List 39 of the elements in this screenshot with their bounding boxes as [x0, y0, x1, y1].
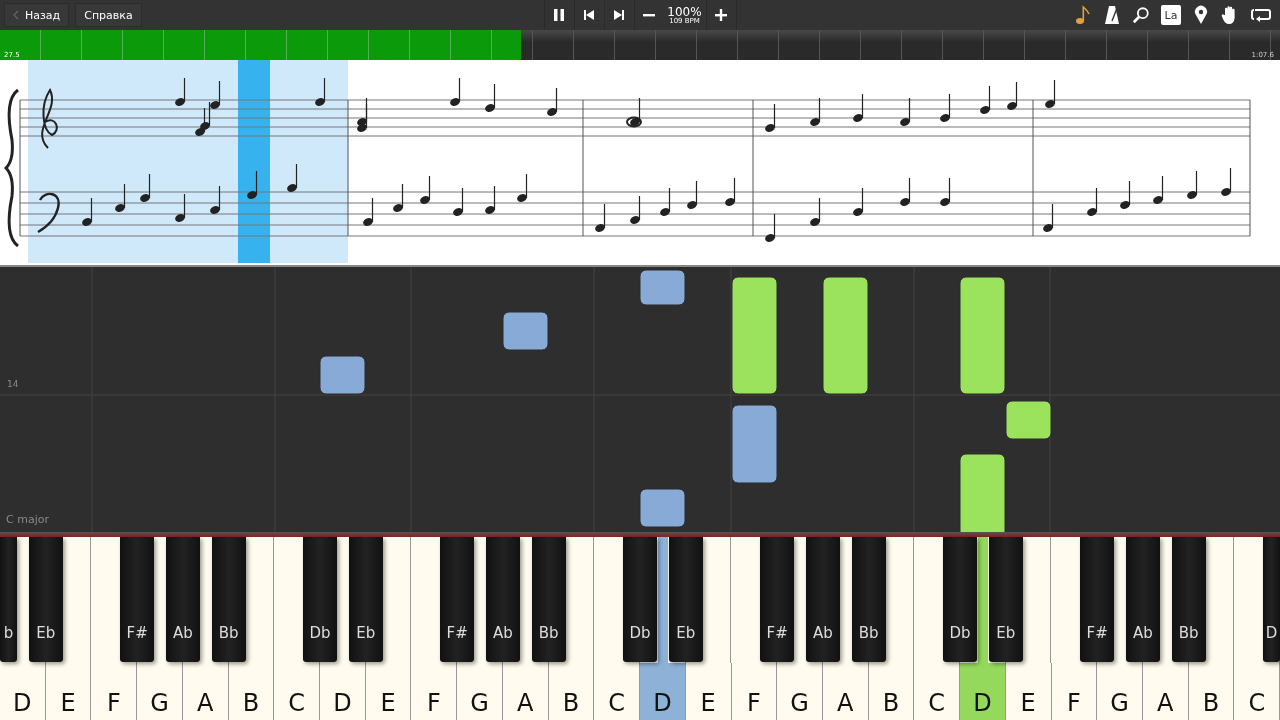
sharp-key[interactable]: Ab — [165, 537, 200, 662]
music-note-icon[interactable] — [1074, 5, 1092, 25]
back-button[interactable]: Назад — [4, 3, 70, 27]
sharp-key[interactable]: F# — [760, 537, 795, 662]
sharp-key[interactable]: Bb — [531, 537, 566, 662]
sharp-key[interactable]: Eb — [28, 537, 63, 662]
sharp-key[interactable]: Bb — [211, 537, 246, 662]
sharp-key[interactable]: F# — [120, 537, 155, 662]
sharp-key[interactable]: Db — [623, 537, 657, 662]
sharp-key[interactable]: Ab — [805, 537, 840, 662]
label-button[interactable]: La — [1161, 5, 1181, 25]
key-signature: C major — [6, 513, 49, 526]
natural-key[interactable]: D — [640, 663, 686, 720]
search-icon[interactable] — [1132, 5, 1150, 25]
sharp-key[interactable]: Bb — [851, 537, 886, 662]
sharp-key[interactable]: F# — [440, 537, 475, 662]
help-button[interactable]: Справка — [75, 3, 142, 27]
sharp-key[interactable]: b — [0, 537, 17, 662]
skip-back-icon — [583, 9, 595, 21]
sharp-key[interactable]: Eb — [668, 537, 703, 662]
measure-number: 14 — [7, 379, 19, 389]
sharp-key[interactable]: Db — [303, 537, 337, 662]
speed-percent: 100% — [667, 5, 702, 18]
chevron-left-icon — [13, 10, 19, 20]
sharp-key[interactable]: D — [1263, 537, 1280, 662]
sharp-key[interactable]: Eb — [348, 537, 383, 662]
sharp-key[interactable]: Ab — [485, 537, 520, 662]
sharp-key[interactable]: Eb — [988, 537, 1023, 662]
natural-key[interactable]: D — [960, 663, 1006, 720]
sharp-key[interactable]: Bb — [1171, 537, 1206, 662]
sharp-key[interactable]: F# — [1080, 537, 1115, 662]
plus-icon — [714, 8, 728, 22]
sharp-key[interactable]: Db — [943, 537, 977, 662]
metronome-icon[interactable] — [1103, 5, 1121, 25]
pause-icon — [552, 8, 566, 22]
skip-forward-icon — [613, 9, 625, 21]
sharp-key[interactable]: Ab — [1125, 537, 1160, 662]
location-pin-icon[interactable] — [1192, 5, 1210, 25]
loop-icon[interactable] — [1250, 7, 1272, 23]
